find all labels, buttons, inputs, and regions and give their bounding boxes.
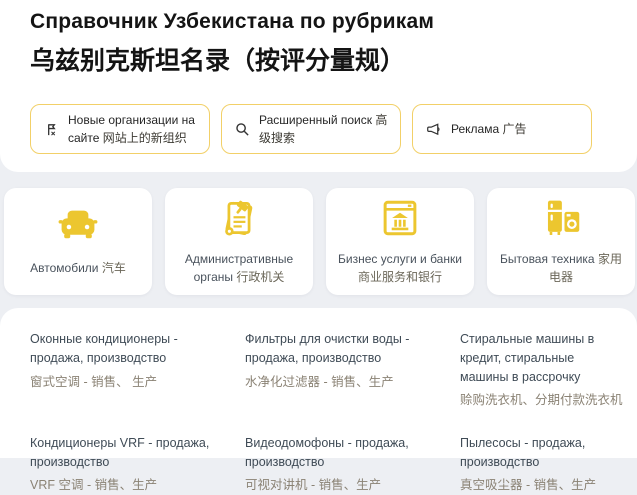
category-card-appliances[interactable]: Бытовая техника 家用电器 bbox=[487, 188, 635, 295]
link-group-water-filters: Фильтры для очистки воды - продажа, прои… bbox=[245, 330, 460, 410]
document-gavel-icon bbox=[217, 197, 261, 239]
search-icon bbox=[235, 122, 250, 137]
category-label: Бизнес услуги и банки 商业服务和银行 bbox=[335, 251, 465, 286]
link-group-washing-machines: Стиральные машины в кредит, стиральные м… bbox=[460, 330, 637, 410]
bank-icon bbox=[379, 197, 421, 239]
link-window-ac-ru[interactable]: Оконные кондиционеры - продажа, производ… bbox=[30, 330, 226, 368]
category-label: Административные органы 行政机关 bbox=[174, 251, 304, 286]
quick-actions-row: Новые организации на сайте 网站上的新组织 Расши… bbox=[30, 104, 609, 154]
link-video-intercoms-zh[interactable]: 可视对讲机 - 销售、生产 bbox=[245, 477, 446, 495]
link-vacuum-cleaners-ru[interactable]: Пылесосы - продажа, производство bbox=[460, 434, 623, 472]
category-card-automobiles[interactable]: Автомобили 汽车 bbox=[4, 188, 152, 295]
megaphone-icon bbox=[426, 122, 442, 137]
category-label: Автомобили 汽车 bbox=[30, 260, 126, 277]
link-vrf-ac-zh[interactable]: VRF 空调 - 销售、生产 bbox=[30, 477, 231, 495]
category-label: Бытовая техника 家用电器 bbox=[496, 251, 626, 286]
appliances-icon bbox=[540, 197, 582, 239]
link-group-window-ac: Оконные кондиционеры - продажа, производ… bbox=[30, 330, 245, 410]
advertising-button[interactable]: Реклама 广告 bbox=[412, 104, 592, 154]
header-panel: Справочник Узбекистана по рубрикам 乌兹别克斯… bbox=[0, 0, 637, 172]
category-cards-row: Автомобили 汽车 Административные органы 行政… bbox=[0, 172, 637, 295]
link-washing-machines-ru[interactable]: Стиральные машины в кредит, стиральные м… bbox=[460, 330, 623, 386]
page-title-zh: 乌兹别克斯坦名录（按评分量规） bbox=[30, 41, 609, 77]
link-washing-machines-zh[interactable]: 赊购洗衣机、分期付款洗衣机 bbox=[460, 392, 623, 410]
link-vacuum-cleaners-zh[interactable]: 真空吸尘器 - 销售、生产 bbox=[460, 477, 623, 495]
advanced-search-button[interactable]: Расширенный поиск 高级搜索 bbox=[221, 104, 401, 154]
advertising-label: Реклама 广告 bbox=[451, 120, 581, 138]
link-group-vrf-ac: Кондиционеры VRF - продажа, производство… bbox=[30, 434, 245, 495]
category-card-administrative[interactable]: Административные органы 行政机关 bbox=[165, 188, 313, 295]
rubric-links-panel: Оконные кондиционеры - продажа, производ… bbox=[0, 308, 637, 458]
link-group-video-intercoms: Видеодомофоны - продажа, производство 可视… bbox=[245, 434, 460, 495]
new-organizations-button[interactable]: Новые организации на сайте 网站上的新组织 bbox=[30, 104, 210, 154]
link-group-vacuum-cleaners: Пылесосы - продажа, производство 真空吸尘器 -… bbox=[460, 434, 637, 495]
link-water-filters-ru[interactable]: Фильтры для очистки воды - продажа, прои… bbox=[245, 330, 446, 368]
link-window-ac-zh[interactable]: 窗式空调 - 销售、 生产 bbox=[30, 374, 231, 392]
link-water-filters-zh[interactable]: 水净化过滤器 - 销售、生产 bbox=[245, 374, 446, 392]
category-card-business-banks[interactable]: Бизнес услуги и банки 商业服务和银行 bbox=[326, 188, 474, 295]
link-vrf-ac-ru[interactable]: Кондиционеры VRF - продажа, производство bbox=[30, 434, 226, 472]
link-video-intercoms-ru[interactable]: Видеодомофоны - продажа, производство bbox=[245, 434, 446, 472]
advanced-search-label: Расширенный поиск 高级搜索 bbox=[259, 111, 390, 147]
flag-icon bbox=[44, 122, 59, 137]
car-icon bbox=[57, 206, 99, 248]
new-organizations-label: Новые организации на сайте 网站上的新组织 bbox=[68, 111, 199, 147]
page-title-ru: Справочник Узбекистана по рубрикам bbox=[30, 10, 609, 34]
